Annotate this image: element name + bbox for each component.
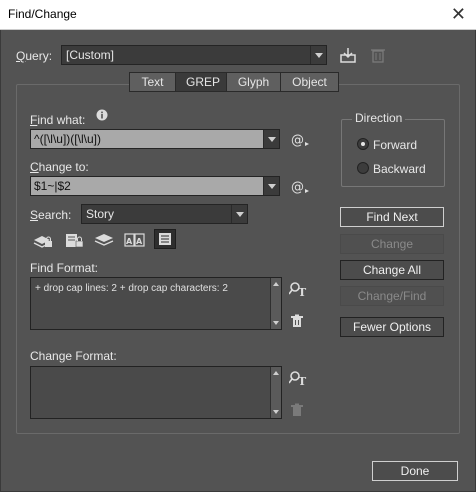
- find-format-box[interactable]: + drop cap lines: 2 + drop cap character…: [30, 277, 282, 330]
- change-to-label: Change to:: [30, 160, 89, 174]
- scroll-down-icon[interactable]: [273, 410, 279, 414]
- svg-text:@: @: [291, 180, 304, 195]
- chevron-down-icon[interactable]: [263, 177, 279, 195]
- direction-title: Direction: [352, 111, 406, 125]
- fewer-options-button[interactable]: Fewer Options: [340, 317, 444, 337]
- query-label-rest: uery:: [25, 49, 53, 63]
- find-what-label: Find what:: [30, 113, 86, 127]
- tab-object[interactable]: Object: [281, 72, 339, 92]
- clear-find-format-icon[interactable]: [290, 314, 304, 328]
- svg-text:T: T: [298, 286, 307, 297]
- special-characters-icon[interactable]: @: [290, 177, 312, 195]
- backward-radio[interactable]: [357, 162, 369, 174]
- close-icon[interactable]: ✕: [451, 3, 466, 25]
- find-what-field[interactable]: ^([\l\u])([\l\u]): [30, 129, 280, 149]
- find-next-button[interactable]: Find Next: [340, 207, 444, 227]
- tab-bar: Text GREP Glyph Object: [129, 72, 339, 92]
- change-to-value: $1~|$2: [34, 179, 71, 193]
- clear-change-format-icon[interactable]: [290, 403, 304, 417]
- save-query-icon[interactable]: [339, 46, 357, 64]
- footnotes-icon: [159, 233, 171, 245]
- find-format-scrollbar[interactable]: [270, 278, 281, 329]
- scroll-up-icon[interactable]: [273, 371, 279, 375]
- query-dropdown[interactable]: [Custom]: [61, 45, 327, 65]
- query-value: [Custom]: [66, 48, 115, 62]
- scroll-down-icon[interactable]: [273, 321, 279, 325]
- include-locked-stories-icon[interactable]: [64, 232, 84, 248]
- scroll-up-icon[interactable]: [273, 282, 279, 286]
- special-characters-icon[interactable]: @: [290, 130, 312, 148]
- search-label: Search:: [30, 208, 72, 222]
- include-locked-layers-icon[interactable]: [33, 232, 53, 248]
- find-format-value: + drop cap lines: 2 + drop cap character…: [35, 283, 228, 294]
- specify-change-format-icon[interactable]: T: [289, 370, 309, 386]
- done-button[interactable]: Done: [372, 461, 458, 481]
- search-value: Story: [86, 207, 115, 221]
- change-format-scrollbar[interactable]: [270, 367, 281, 418]
- chevron-down-icon: [231, 205, 247, 223]
- window-title: Find/Change: [8, 7, 77, 21]
- include-hidden-layers-icon[interactable]: [94, 232, 114, 248]
- info-icon[interactable]: [96, 109, 108, 121]
- include-master-pages-icon[interactable]: A A: [124, 232, 146, 248]
- backward-label[interactable]: Backward: [373, 162, 426, 176]
- direction-group: [341, 119, 445, 187]
- forward-label[interactable]: Forward: [373, 138, 417, 152]
- specify-find-format-icon[interactable]: T: [289, 281, 309, 297]
- find-what-value: ^([\l\u])([\l\u]): [34, 132, 101, 146]
- tab-text[interactable]: Text: [129, 72, 176, 92]
- change-all-button[interactable]: Change All: [340, 260, 444, 280]
- change-format-box[interactable]: [30, 366, 282, 419]
- svg-text:T: T: [298, 375, 307, 386]
- change-to-field[interactable]: $1~|$2: [30, 176, 280, 196]
- title-bar: Find/Change ✕: [0, 0, 476, 30]
- change-button[interactable]: Change: [340, 234, 444, 254]
- query-label: Query:: [16, 49, 53, 63]
- delete-query-icon[interactable]: [370, 46, 386, 64]
- change-format-label: Change Format:: [30, 349, 117, 363]
- search-dropdown[interactable]: Story: [81, 204, 248, 224]
- chevron-down-icon[interactable]: [263, 130, 279, 148]
- svg-text:A: A: [126, 237, 133, 246]
- chevron-down-icon: [310, 46, 326, 64]
- tab-glyph[interactable]: Glyph: [227, 72, 281, 92]
- svg-text:A: A: [136, 237, 143, 246]
- forward-radio[interactable]: [357, 138, 369, 150]
- svg-text:@: @: [291, 133, 304, 148]
- change-find-button[interactable]: Change/Find: [340, 286, 444, 306]
- include-footnotes-toggle[interactable]: [154, 229, 176, 249]
- find-format-label: Find Format:: [30, 261, 99, 275]
- tab-grep[interactable]: GREP: [176, 72, 227, 92]
